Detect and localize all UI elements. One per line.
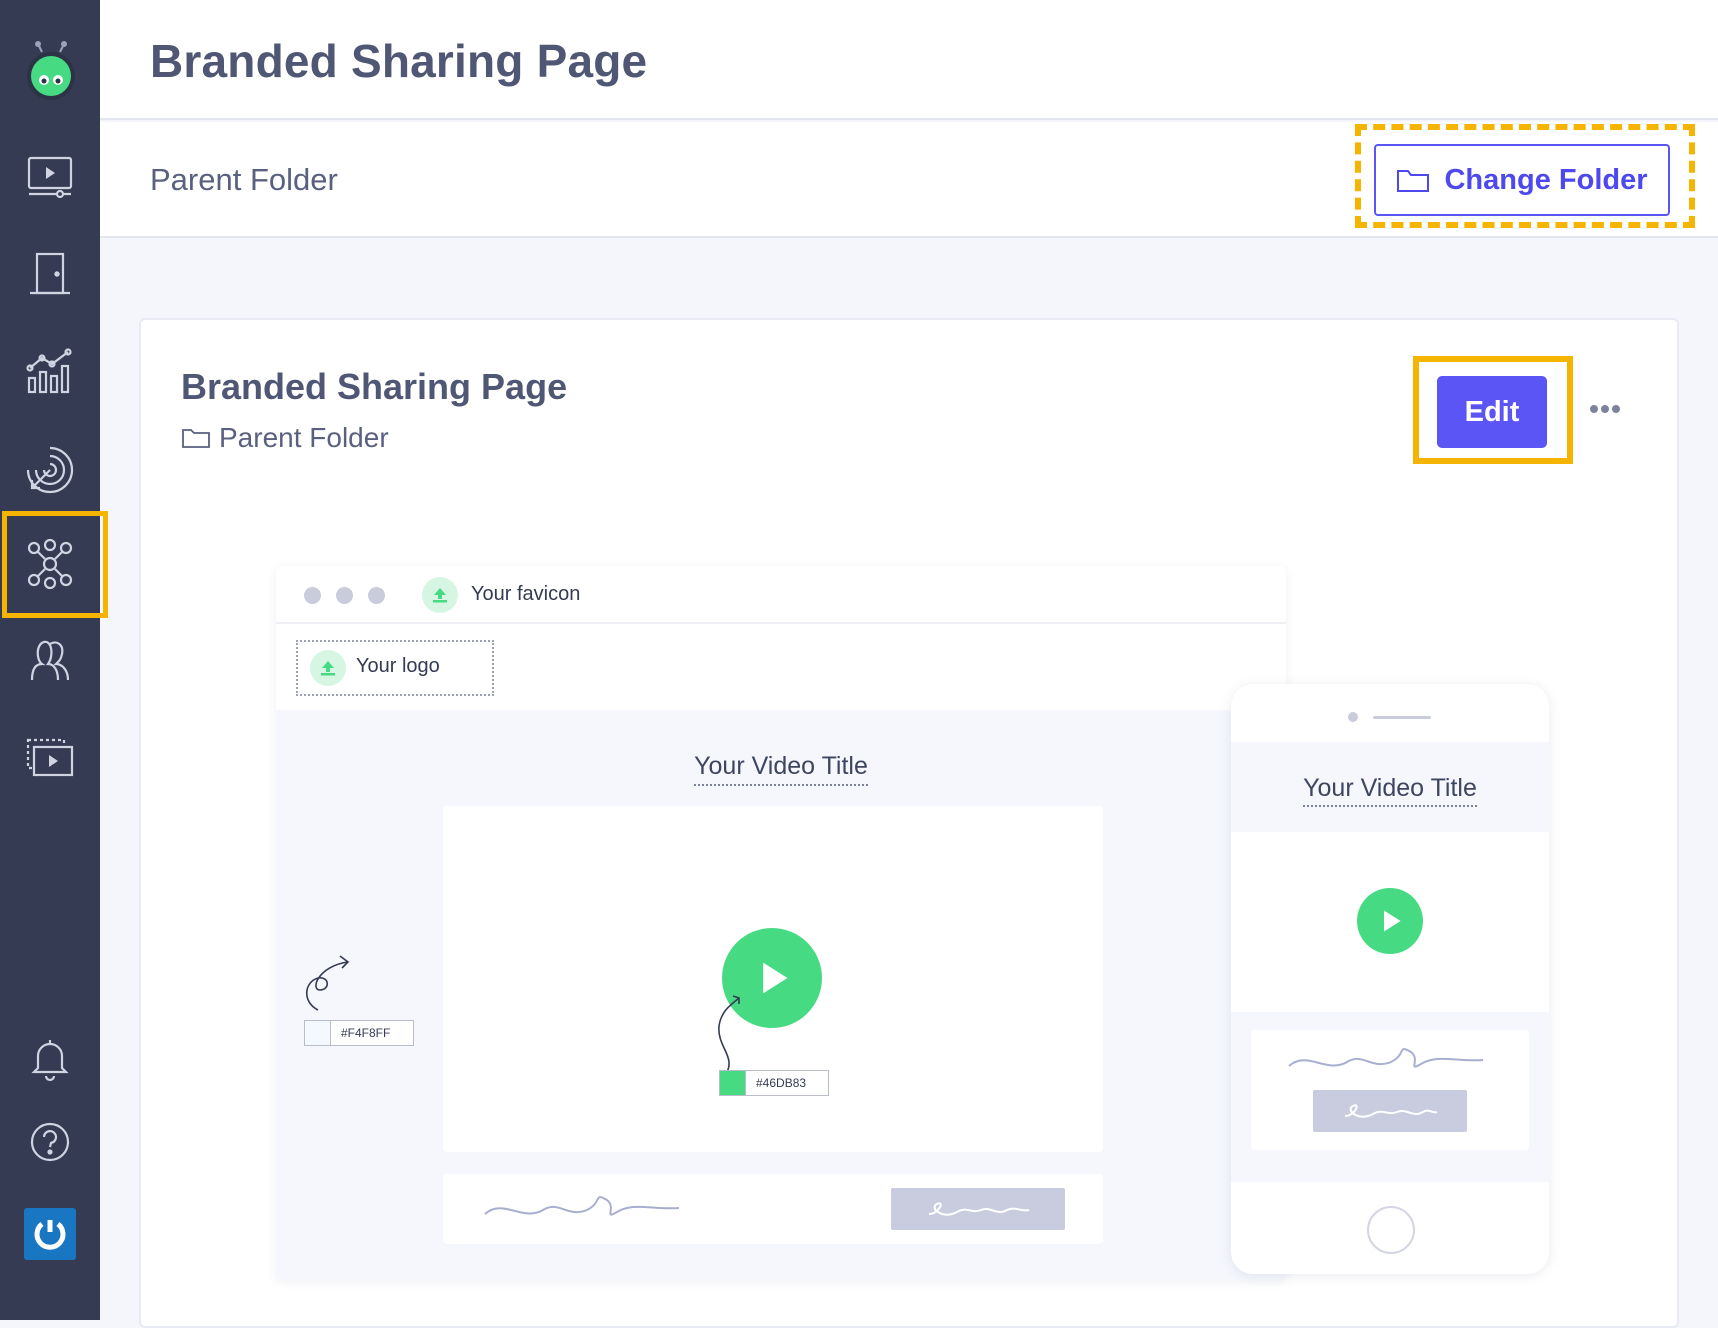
scribble-icon: [1344, 1104, 1438, 1118]
window-dot: [368, 587, 385, 604]
signature-scribble-icon: [1288, 1048, 1484, 1068]
app-root: Branded Sharing Page Parent Folder Chang…: [0, 0, 1718, 1328]
logo-bar: Your logo: [276, 624, 1286, 710]
background-color-code: #F4F8FF: [341, 1026, 391, 1040]
app-logo-icon[interactable]: [22, 40, 80, 102]
mobile-video-title: Your Video Title: [1231, 774, 1549, 807]
browser-bar: Your favicon: [276, 566, 1286, 624]
parent-folder-label: Parent Folder: [150, 162, 338, 197]
change-folder-label: Change Folder: [1444, 163, 1648, 196]
card-folder: Parent Folder: [181, 422, 389, 454]
team-icon[interactable]: [20, 630, 80, 690]
slideshow-icon[interactable]: [20, 728, 80, 788]
scribble-icon: [928, 1202, 1030, 1216]
folder-icon: [1397, 170, 1430, 192]
accent-color-code: #46DB83: [756, 1076, 807, 1090]
background-color-swatch: #F4F8FF: [304, 1020, 414, 1046]
video-player: #46DB83: [443, 806, 1103, 1152]
door-icon[interactable]: [20, 245, 80, 305]
mobile-cta-placeholder: [1313, 1090, 1467, 1132]
accent-color-chip: [720, 1071, 746, 1095]
background-color-chip: [305, 1021, 331, 1045]
logo-upload-area[interactable]: Your logo: [296, 640, 494, 696]
accent-color-swatch: #46DB83: [719, 1070, 829, 1096]
logo-label: Your logo: [356, 655, 440, 677]
signature-scribble-icon: [484, 1196, 680, 1216]
power-logo-icon[interactable]: [24, 1208, 76, 1260]
folder-icon: [182, 429, 210, 448]
sidebar: [0, 0, 108, 1320]
mobile-title-bar: Your Video Title: [1231, 742, 1549, 832]
phone-speaker: [1373, 716, 1431, 719]
folder-bar: Parent Folder Change Folder: [100, 122, 1718, 238]
page-header: Branded Sharing Page: [100, 0, 1718, 120]
bell-icon[interactable]: [20, 1028, 80, 1088]
annotation-arrow-icon: [718, 995, 740, 1073]
phone-home-button: [1367, 1206, 1415, 1254]
videos-icon[interactable]: [20, 148, 80, 208]
sharing-page-card: Branded Sharing Page Parent Folder Edit …: [139, 318, 1679, 1328]
favicon-label: Your favicon: [471, 583, 581, 605]
desktop-footer: [443, 1174, 1103, 1244]
page-title: Branded Sharing Page: [150, 35, 648, 87]
phone-camera: [1348, 712, 1358, 722]
card-title: Branded Sharing Page: [181, 366, 568, 407]
card-folder-name: Parent Folder: [219, 422, 389, 453]
edit-button[interactable]: Edit: [1437, 376, 1547, 448]
upload-favicon-icon[interactable]: [422, 577, 458, 613]
cta-button-placeholder: [891, 1188, 1065, 1230]
integrations-icon[interactable]: [20, 534, 80, 594]
mobile-footer-card: [1251, 1030, 1529, 1150]
annotation-arrow-icon: [305, 955, 350, 1011]
change-folder-button[interactable]: Change Folder: [1374, 144, 1670, 216]
mobile-preview: Your Video Title: [1231, 684, 1549, 1274]
help-icon[interactable]: [20, 1112, 80, 1172]
more-options-icon[interactable]: [1585, 394, 1625, 424]
mobile-play-icon[interactable]: [1357, 888, 1423, 954]
window-dot: [304, 587, 321, 604]
video-title: Your Video Title: [276, 752, 1286, 786]
window-dot: [336, 587, 353, 604]
analytics-icon[interactable]: [20, 342, 80, 402]
upload-logo-icon: [310, 650, 346, 686]
mobile-footer: [1231, 1012, 1549, 1182]
target-icon[interactable]: [20, 440, 80, 500]
desktop-preview: Your favicon Your logo Your Video Title …: [276, 566, 1286, 1280]
